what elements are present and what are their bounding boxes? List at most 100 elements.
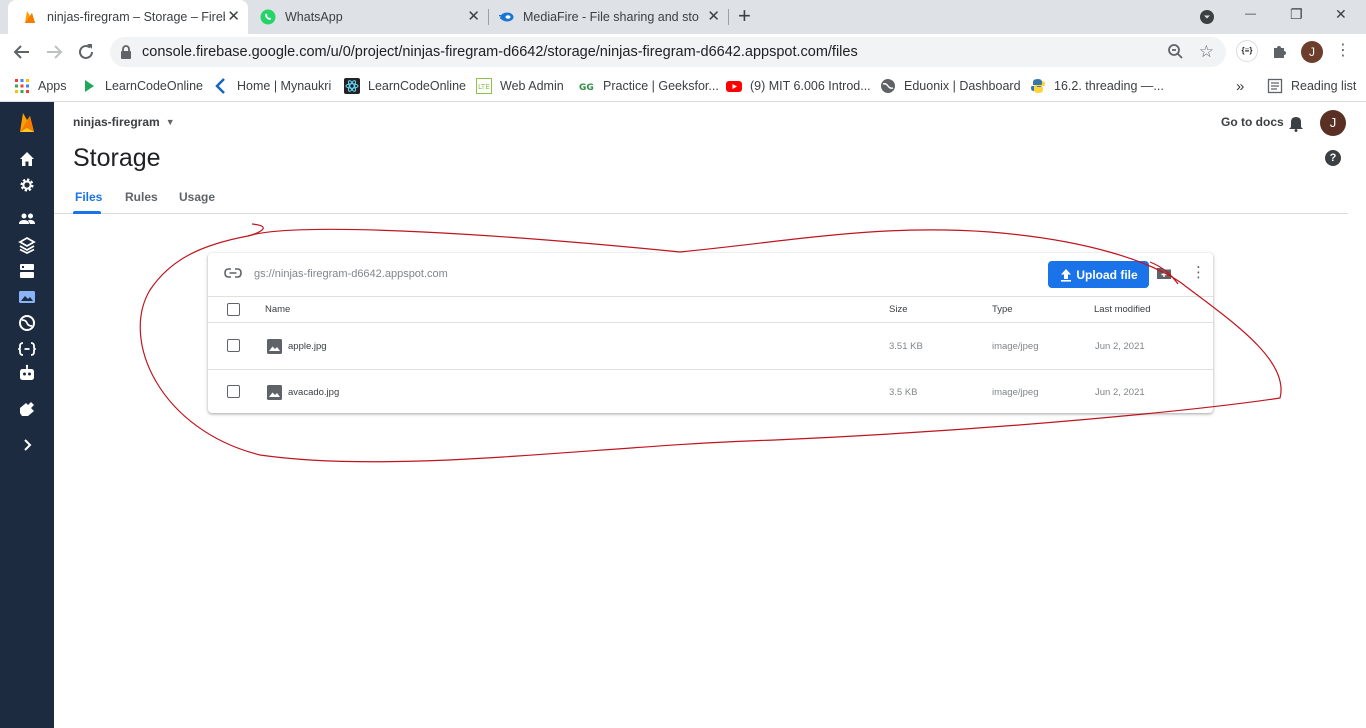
- bookmark-apps[interactable]: Apps: [14, 76, 67, 96]
- restore-button[interactable]: ❐: [1290, 6, 1303, 23]
- file-table-header: Name Size Type Last modified: [208, 297, 1213, 323]
- minimize-button[interactable]: —: [1245, 8, 1256, 20]
- bookmark-label: Practice | Geeksfor...: [603, 79, 719, 93]
- forward-icon[interactable]: [43, 41, 65, 63]
- tab-search-icon[interactable]: [1199, 9, 1215, 25]
- bookmark-python-threading[interactable]: 16.2. threading —...: [1030, 76, 1164, 96]
- bookmark-label: Apps: [38, 79, 67, 93]
- dropdown-caret-icon: ▼: [165, 117, 175, 127]
- file-size: 3.51 KB: [889, 341, 923, 352]
- profile-avatar[interactable]: J: [1301, 41, 1323, 63]
- column-size[interactable]: Size: [889, 297, 907, 323]
- globe-icon: [881, 79, 895, 93]
- tab-files[interactable]: Files: [75, 190, 102, 204]
- chrome-menu-icon[interactable]: ⋮: [1335, 42, 1351, 60]
- mediafire-icon: [499, 12, 514, 22]
- file-name[interactable]: avacado.jpg: [288, 370, 339, 415]
- bookmark-label: Web Admin: [500, 79, 564, 93]
- tab-title: ninjas-firegram – Storage – Firebase: [47, 10, 225, 24]
- new-tab-button[interactable]: +: [738, 5, 751, 27]
- ml-robot-icon[interactable]: [18, 364, 36, 382]
- firestore-icon[interactable]: [18, 236, 36, 254]
- create-folder-icon[interactable]: [1156, 267, 1172, 280]
- project-selector[interactable]: ninjas-firegram ▼: [73, 115, 175, 129]
- settings-gear-icon[interactable]: [18, 176, 36, 194]
- hosting-globe-icon[interactable]: [18, 314, 36, 332]
- bookmark-star-icon[interactable]: ☆: [1199, 42, 1214, 62]
- tab-firebase-storage[interactable]: ninjas-firegram – Storage – Firebase ✕: [8, 0, 248, 34]
- bookmark-mynaukri[interactable]: Home | Mynaukri: [213, 76, 331, 96]
- help-icon[interactable]: ?: [1325, 150, 1341, 166]
- close-icon[interactable]: ✕: [467, 9, 480, 24]
- url-text[interactable]: console.firebase.google.com/u/0/project/…: [142, 44, 858, 60]
- back-icon[interactable]: [11, 41, 33, 63]
- storage-photo-icon[interactable]: [18, 288, 36, 306]
- notifications-bell-icon[interactable]: [1288, 114, 1304, 132]
- user-avatar[interactable]: J: [1320, 110, 1346, 136]
- bucket-path[interactable]: gs://ninjas-firegram-d6642.appspot.com: [254, 268, 448, 280]
- column-type[interactable]: Type: [992, 297, 1013, 323]
- select-all-checkbox[interactable]: [227, 303, 240, 316]
- file-size: 3.5 KB: [889, 387, 918, 398]
- tab-whatsapp[interactable]: WhatsApp ✕: [248, 0, 489, 34]
- column-name[interactable]: Name: [265, 297, 290, 323]
- file-name[interactable]: apple.jpg: [288, 324, 327, 369]
- realtime-database-icon[interactable]: [18, 262, 36, 280]
- zoom-icon[interactable]: [1167, 43, 1184, 60]
- reload-icon[interactable]: [75, 41, 97, 63]
- more-options-icon[interactable]: ⋮: [1191, 265, 1206, 281]
- go-to-docs-link[interactable]: Go to docs: [1221, 115, 1284, 129]
- bookmark-learncodeonline[interactable]: LearnCodeOnline: [81, 76, 203, 96]
- file-browser-card: gs://ninjas-firegram-d6642.appspot.com U…: [208, 253, 1213, 413]
- react-icon: [344, 78, 360, 94]
- expand-chevron-icon[interactable]: [18, 436, 36, 454]
- address-bar[interactable]: console.firebase.google.com/u/0/project/…: [110, 37, 1226, 67]
- window-close-button[interactable]: ✕: [1335, 6, 1347, 23]
- image-file-icon: [267, 385, 282, 400]
- firebase-logo-icon[interactable]: [17, 111, 37, 135]
- extensions-puzzle-icon[interactable]: [1271, 42, 1289, 60]
- upload-file-button[interactable]: Upload file: [1048, 261, 1149, 288]
- lock-icon[interactable]: [120, 45, 132, 59]
- bookmark-web-admin[interactable]: LTE Web Admin: [476, 76, 564, 96]
- bookmark-eduonix[interactable]: Eduonix | Dashboard: [880, 76, 1021, 96]
- file-type: image/jpeg: [992, 341, 1039, 352]
- authentication-people-icon[interactable]: [18, 210, 36, 228]
- play-icon: [85, 80, 94, 92]
- gfg-icon: GG: [579, 83, 594, 93]
- row-checkbox[interactable]: [227, 385, 240, 398]
- card-header: gs://ninjas-firegram-d6642.appspot.com U…: [208, 253, 1213, 297]
- table-row[interactable]: avacado.jpg 3.5 KB image/jpeg Jun 2, 202…: [208, 369, 1213, 414]
- close-icon[interactable]: ✕: [227, 9, 240, 24]
- bookmark-label: LearnCodeOnline: [368, 79, 466, 93]
- reading-list-label: Reading list: [1291, 79, 1357, 93]
- bookmark-mit-youtube[interactable]: (9) MIT 6.006 Introd...: [726, 76, 871, 96]
- python-icon: [1031, 79, 1045, 93]
- tab-usage[interactable]: Usage: [179, 190, 215, 204]
- tab-rules[interactable]: Rules: [125, 190, 158, 204]
- upload-arrow-icon: [1061, 268, 1072, 282]
- tab-title: WhatsApp: [285, 10, 343, 24]
- close-icon[interactable]: ✕: [707, 9, 720, 24]
- extensions-icon[interactable]: [18, 400, 36, 418]
- table-row[interactable]: apple.jpg 3.51 KB image/jpeg Jun 2, 2021: [208, 324, 1213, 369]
- svg-text:LTE: LTE: [478, 83, 490, 91]
- tab-mediafire[interactable]: MediaFire - File sharing and storage ✕: [488, 0, 729, 34]
- home-icon[interactable]: [18, 150, 36, 168]
- browser-tab-strip: ninjas-firegram – Storage – Firebase ✕ W…: [0, 0, 1366, 34]
- reading-list-button[interactable]: Reading list: [1267, 76, 1356, 96]
- column-last-modified[interactable]: Last modified: [1094, 297, 1151, 323]
- page-title: Storage: [73, 144, 161, 172]
- image-file-icon: [267, 339, 282, 354]
- functions-icon[interactable]: [18, 340, 36, 358]
- link-icon[interactable]: [224, 267, 242, 279]
- extension-badge-icon[interactable]: {≡}: [1236, 40, 1258, 62]
- file-modified: Jun 2, 2021: [1095, 387, 1145, 398]
- bookmark-geeksforgeeks[interactable]: GG Practice | Geeksfor...: [579, 76, 719, 96]
- tab-title: MediaFire - File sharing and storage: [523, 10, 699, 24]
- bookmark-label: Home | Mynaukri: [237, 79, 332, 93]
- bookmark-learncodeonline-2[interactable]: LearnCodeOnline: [344, 76, 466, 96]
- row-checkbox[interactable]: [227, 339, 240, 352]
- bookmarks-bar: Apps LearnCodeOnline Home | Mynaukri Lea…: [0, 70, 1366, 102]
- bookmarks-overflow-icon[interactable]: »: [1236, 76, 1244, 96]
